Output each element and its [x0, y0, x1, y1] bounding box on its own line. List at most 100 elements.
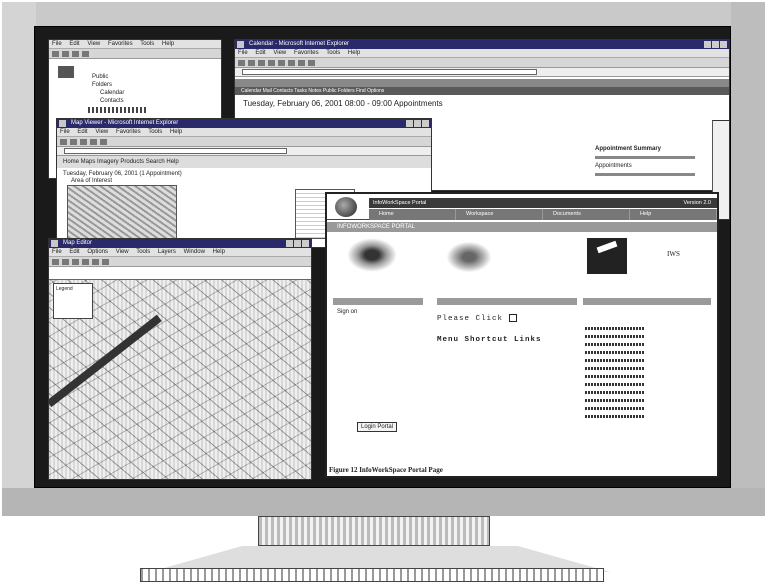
maximize-icon[interactable] — [414, 120, 421, 127]
pan-icon[interactable] — [72, 258, 79, 265]
partner-logo-a[interactable] — [347, 238, 397, 272]
shortcut-link[interactable] — [585, 391, 645, 394]
search-icon[interactable] — [288, 59, 295, 66]
menu-edit[interactable]: Edit — [69, 41, 79, 47]
shortcut-link[interactable] — [585, 351, 645, 354]
menu-tools[interactable]: Tools — [326, 50, 340, 56]
tab-documents[interactable]: Documents — [543, 209, 630, 220]
tree-item-folders[interactable]: Folders — [92, 81, 218, 89]
up-icon[interactable] — [72, 50, 79, 57]
coastline — [49, 314, 162, 408]
menu-file[interactable]: File — [52, 41, 62, 47]
login-portal-button[interactable]: Login Portal — [357, 422, 398, 432]
tree-item-calendar[interactable]: Calendar — [100, 89, 218, 97]
menu-favorites[interactable]: Favorites — [116, 129, 141, 135]
map-address-bar[interactable] — [57, 147, 431, 156]
close-icon[interactable] — [720, 41, 727, 48]
partner-logo-c[interactable] — [587, 238, 627, 274]
shortcut-link[interactable] — [585, 343, 645, 346]
menu-favorites[interactable]: Favorites — [294, 50, 319, 56]
forward-icon[interactable] — [248, 59, 255, 66]
close-icon[interactable] — [302, 240, 309, 247]
calendar-address-bar[interactable] — [235, 68, 729, 77]
back-icon[interactable] — [60, 138, 67, 145]
tab-workspace[interactable]: Workspace — [456, 209, 543, 220]
menu-favorites[interactable]: Favorites — [108, 41, 133, 47]
menu-edit[interactable]: Edit — [255, 50, 265, 56]
map-date-line: Tuesday, February 06, 2001 (1 Appointmen… — [63, 171, 182, 177]
forward-icon[interactable] — [70, 138, 77, 145]
layers-icon[interactable] — [102, 258, 109, 265]
menu-view[interactable]: View — [273, 50, 286, 56]
tab-help[interactable]: Help — [630, 209, 717, 220]
select-icon[interactable] — [82, 258, 89, 265]
calendar-titlebar[interactable]: Calendar - Microsoft Internet Explorer — [235, 40, 729, 49]
shortcut-link[interactable] — [585, 335, 645, 338]
portal-window[interactable]: InfoWorkSpace Portal Version 2.0 Home Wo… — [325, 192, 719, 478]
menu-options[interactable]: Options — [87, 249, 108, 255]
map-browser-titlebar[interactable]: Map Viewer - Microsoft Internet Explorer — [57, 119, 431, 128]
minimize-icon[interactable] — [704, 41, 711, 48]
menu-window[interactable]: Window — [184, 249, 205, 255]
menu-tools[interactable]: Tools — [136, 249, 150, 255]
tree-item-contacts[interactable]: Contacts — [100, 97, 218, 105]
monitor-bevel-top — [2, 2, 765, 26]
back-icon[interactable] — [238, 59, 245, 66]
menu-edit[interactable]: Edit — [77, 129, 87, 135]
cut-icon[interactable] — [82, 50, 89, 57]
reload-icon[interactable] — [508, 314, 517, 322]
back-icon[interactable] — [52, 50, 59, 57]
measure-icon[interactable] — [92, 258, 99, 265]
map-editor-window[interactable]: Map Editor File Edit Options View Tools … — [48, 238, 312, 480]
refresh-icon[interactable] — [268, 59, 275, 66]
favorites-icon[interactable] — [298, 59, 305, 66]
menu-file[interactable]: File — [60, 129, 70, 135]
maximize-icon[interactable] — [712, 41, 719, 48]
menu-view[interactable]: View — [87, 41, 100, 47]
zoom-out-icon[interactable] — [62, 258, 69, 265]
shortcut-link[interactable] — [585, 375, 645, 378]
menu-tools[interactable]: Tools — [140, 41, 154, 47]
menu-help[interactable]: Help — [348, 50, 360, 56]
home-icon[interactable] — [278, 59, 285, 66]
shortcut-link[interactable] — [585, 367, 645, 370]
shortcut-link[interactable] — [585, 415, 645, 418]
menu-view[interactable]: View — [95, 129, 108, 135]
calendar-nav-strip — [235, 79, 729, 87]
calendar-ribbon[interactable]: Calendar Mail Contacts Tasks Notes Publi… — [235, 87, 729, 95]
tree-item-public[interactable]: Public — [92, 73, 218, 81]
stop-icon[interactable] — [80, 138, 87, 145]
address-input[interactable] — [64, 147, 287, 154]
address-input[interactable] — [242, 68, 537, 75]
menu-help[interactable]: Help — [213, 249, 225, 255]
stop-icon[interactable] — [258, 59, 265, 66]
map-nav[interactable]: Home Maps Imagery Products Search Help — [57, 156, 431, 168]
menu-view[interactable]: View — [116, 249, 129, 255]
minimize-icon[interactable] — [406, 120, 413, 127]
menu-file[interactable]: File — [238, 50, 248, 56]
menu-file[interactable]: File — [52, 249, 62, 255]
tab-home[interactable]: Home — [369, 209, 456, 220]
home-icon[interactable] — [100, 138, 107, 145]
map-editor-titlebar[interactable]: Map Editor — [49, 239, 311, 248]
refresh-icon[interactable] — [90, 138, 97, 145]
shortcut-link[interactable] — [585, 359, 645, 362]
menu-help[interactable]: Help — [170, 129, 182, 135]
forward-icon[interactable] — [62, 50, 69, 57]
shortcut-link[interactable] — [585, 407, 645, 410]
zoom-in-icon[interactable] — [52, 258, 59, 265]
partner-logo-d[interactable]: IWS — [667, 250, 680, 258]
close-icon[interactable] — [422, 120, 429, 127]
shortcut-link[interactable] — [585, 399, 645, 402]
shortcut-link[interactable] — [585, 383, 645, 386]
menu-edit[interactable]: Edit — [69, 249, 79, 255]
partner-logo-b[interactable] — [447, 242, 491, 272]
menu-tools[interactable]: Tools — [148, 129, 162, 135]
menu-layers[interactable]: Layers — [158, 249, 176, 255]
shortcut-link[interactable] — [585, 327, 645, 330]
maximize-icon[interactable] — [294, 240, 301, 247]
minimize-icon[interactable] — [286, 240, 293, 247]
map-thumbnail[interactable] — [67, 185, 177, 245]
menu-help[interactable]: Help — [162, 41, 174, 47]
print-icon[interactable] — [308, 59, 315, 66]
